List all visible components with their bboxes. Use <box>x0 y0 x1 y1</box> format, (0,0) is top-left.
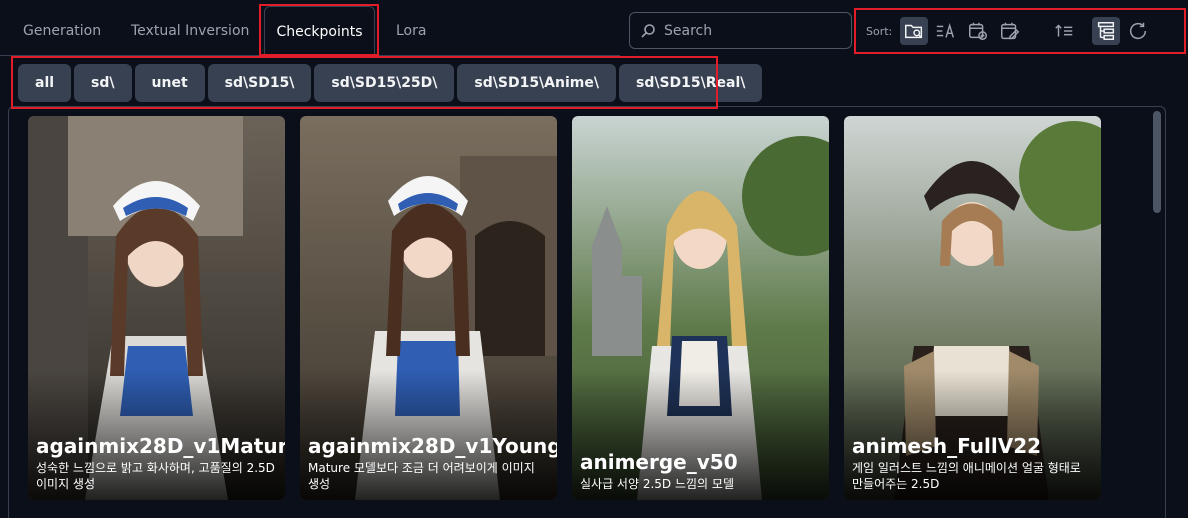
tree-view-icon <box>1098 22 1115 40</box>
tree-view-button[interactable] <box>1092 17 1121 45</box>
model-name: againmix28D_v1Young <box>308 434 557 458</box>
sort-ascending-icon <box>1055 24 1073 37</box>
model-name: againmix28D_v1Mature <box>36 434 285 458</box>
sort-toolbar: Sort: <box>866 13 1156 49</box>
tab-divider <box>375 55 620 56</box>
model-description: Mature 모델보다 조금 더 어려보이게 이미지 생성 <box>308 461 535 491</box>
tab-divider <box>0 55 264 56</box>
sort-order-button[interactable] <box>1050 17 1078 45</box>
calendar-plus-icon <box>969 22 988 40</box>
search-box[interactable] <box>629 12 852 49</box>
sort-by-name-button[interactable] <box>932 17 960 45</box>
sort-label: Sort: <box>866 24 893 38</box>
filter-chip-sd[interactable]: sd\ <box>74 64 132 102</box>
tab-generation[interactable]: Generation <box>23 6 101 56</box>
calendar-edit-icon <box>1001 22 1020 40</box>
filter-chip-sd15-real[interactable]: sd\SD15\Real\ <box>618 64 763 102</box>
model-description: 실사급 서양 2.5D 느낌의 모델 <box>580 477 734 491</box>
sort-by-date-created-button[interactable] <box>964 17 992 45</box>
search-input[interactable] <box>664 22 844 39</box>
filter-chip-row: all sd\ unet sd\SD15\ sd\SD15\25D\ sd\SD… <box>18 64 763 102</box>
model-description: 게임 일러스트 느낌의 애니메이션 얼굴 형태로 만들어주는 2.5D <box>852 461 1081 491</box>
sort-alpha-icon <box>937 23 955 38</box>
model-name: animesh_FullV22 <box>852 434 1042 458</box>
filter-chip-sd15-anime[interactable]: sd\SD15\Anime\ <box>457 64 616 102</box>
search-icon <box>641 23 655 38</box>
model-name: animerge_v50 <box>580 450 738 474</box>
refresh-button[interactable] <box>1124 17 1152 45</box>
folder-search-icon <box>905 24 923 39</box>
filter-chip-sd15-25d[interactable]: sd\SD15\25D\ <box>314 64 455 102</box>
tab-bar: Generation Textual Inversion Checkpoints… <box>0 0 620 56</box>
filter-chip-sd15[interactable]: sd\SD15\ <box>207 64 312 102</box>
model-card[interactable]: animerge_v50 실사급 서양 2.5D 느낌의 모델 <box>572 116 829 500</box>
sort-by-date-modified-button[interactable] <box>996 17 1024 45</box>
model-card[interactable]: animesh_FullV22 게임 일러스트 느낌의 애니메이션 얼굴 형태로… <box>844 116 1101 500</box>
gallery-scrollbar[interactable] <box>1153 111 1161 213</box>
model-card[interactable]: againmix28D_v1Mature 성숙한 느낌으로 밝고 화사하며, 고… <box>28 116 285 500</box>
tab-checkpoints[interactable]: Checkpoints <box>264 6 375 56</box>
model-description: 성숙한 느낌으로 밝고 화사하며, 고품질의 2.5D 이미지 생성 <box>36 461 275 491</box>
tab-textual-inversion[interactable]: Textual Inversion <box>131 6 249 56</box>
sort-by-path-button[interactable] <box>900 17 929 45</box>
filter-chip-all[interactable]: all <box>18 64 72 102</box>
refresh-icon <box>1130 22 1147 40</box>
filter-chip-unet[interactable]: unet <box>134 64 205 102</box>
tab-lora[interactable]: Lora <box>396 6 426 56</box>
model-card[interactable]: againmix28D_v1Young Mature 모델보다 조금 더 어려보… <box>300 116 557 500</box>
